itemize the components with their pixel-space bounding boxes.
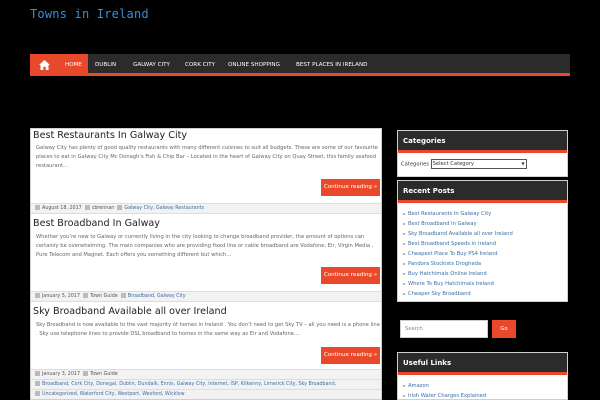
posts-container: Best Restaurants In Galway City Galway C… [30, 128, 382, 400]
nav-home-button[interactable] [30, 54, 59, 76]
recent-posts-widget: Recent Posts Best Restaurants In Galway … [397, 180, 568, 302]
folder-icon [120, 293, 126, 298]
recent-post-link[interactable]: Buy Hatchimals Online Ireland [402, 269, 566, 279]
post-title[interactable]: Sky Broadband Available all over Ireland [33, 306, 227, 317]
continue-reading-button[interactable]: Continue reading » [321, 347, 380, 364]
folder-icon [35, 381, 40, 386]
calendar-icon [35, 371, 40, 376]
post-categories[interactable]: Broadband, Galway City [128, 294, 186, 299]
categories-label: Categories [401, 161, 429, 168]
calendar-icon [35, 293, 40, 298]
author-icon [83, 371, 89, 376]
widget-heading: Recent Posts [398, 181, 567, 203]
site-title[interactable]: Towns in Ireland [30, 7, 149, 21]
post-date: January 5, 2017 [42, 294, 81, 299]
post-date: January 3, 2017 [42, 372, 81, 377]
recent-post-link[interactable]: Best Restaurants In Galway City [402, 209, 566, 219]
main-navigation: Home Dublin Galway City Cork City Online… [30, 54, 570, 76]
nav-item-best-places[interactable]: Best Places in Ireland [290, 54, 373, 76]
widget-heading: Useful Links [398, 353, 567, 375]
nav-item-online-shopping[interactable]: Online Shopping [222, 54, 286, 76]
post-meta: August 18, 2017 cbrennan Galway City, Ga… [31, 203, 381, 214]
recent-post-link[interactable]: Cheaper Sky Broadband [402, 289, 566, 299]
post-author[interactable]: Town Guide [90, 294, 118, 299]
post-title[interactable]: Best Restaurants In Galway City [33, 130, 187, 141]
recent-post-link[interactable]: Sky Broadband Available all over Ireland [402, 229, 566, 239]
useful-link[interactable]: Irish Water Charges Explained [402, 391, 566, 399]
continue-reading-button[interactable]: Continue reading » [321, 179, 380, 196]
useful-links-list: Amazon Irish Water Charges Explained [402, 381, 566, 399]
category-select-value: Select Category [432, 161, 474, 167]
author-icon [84, 205, 90, 210]
search-go-button[interactable]: Go [492, 320, 516, 338]
nav-item-home[interactable]: Home [59, 54, 88, 76]
recent-post-link[interactable]: Best Broadband In Galway [402, 219, 566, 229]
useful-links-widget: Useful Links Amazon Irish Water Charges … [397, 352, 568, 400]
categories-widget: Categories Categories Select Category ▼ [397, 130, 568, 177]
recent-post-link[interactable]: Where To Buy Hatchimals Ireland [402, 279, 566, 289]
categories-row: Categories Select Category ▼ [401, 159, 527, 169]
calendar-icon [35, 205, 40, 210]
post-excerpt: Whether you’re new to Galway or currentl… [36, 234, 374, 259]
author-icon [83, 293, 89, 298]
tag-icon [35, 391, 40, 396]
post-author[interactable]: Town Guide [90, 372, 118, 377]
search-input[interactable]: Search [400, 320, 488, 338]
recent-post-link[interactable]: Best Broadband Speeds in Ireland [402, 239, 566, 249]
recent-post-link[interactable]: Pandora Stockists Drogheda [402, 259, 566, 269]
post-categories-row: Uncategorized, Waterford City, Westport,… [31, 389, 381, 399]
category-select[interactable]: Select Category ▼ [430, 159, 527, 169]
post-title[interactable]: Best Broadband In Galway [33, 218, 160, 229]
post-categories[interactable]: Galway City, Galway Restaurants [124, 206, 204, 211]
post-categories[interactable]: Uncategorized, Waterford City, Westport,… [42, 392, 185, 397]
nav-item-dublin[interactable]: Dublin [89, 54, 122, 76]
post-date: August 18, 2017 [42, 206, 82, 211]
recent-posts-list: Best Restaurants In Galway City Best Bro… [402, 209, 566, 299]
post-meta: January 5, 2017 Town Guide Broadband, Ga… [31, 291, 381, 302]
post-excerpt: Sky Broadband is now available to the va… [36, 322, 380, 338]
nav-item-cork-city[interactable]: Cork City [179, 54, 221, 76]
post-categories[interactable]: Broadband, Cork City, Donegal, Dublin, D… [42, 382, 336, 387]
continue-reading-button[interactable]: Continue reading » [321, 267, 380, 284]
nav-item-galway-city[interactable]: Galway City [127, 54, 176, 76]
post-excerpt: Galway City has plenty of good quality r… [36, 145, 378, 170]
post-author[interactable]: cbrennan [92, 206, 115, 211]
widget-heading: Categories [398, 131, 567, 153]
useful-link[interactable]: Amazon [402, 381, 566, 391]
folder-icon [117, 205, 123, 210]
home-icon [39, 60, 50, 70]
recent-post-link[interactable]: Cheapest Place To Buy PS4 Ireland [402, 249, 566, 259]
chevron-down-icon: ▼ [521, 161, 525, 166]
